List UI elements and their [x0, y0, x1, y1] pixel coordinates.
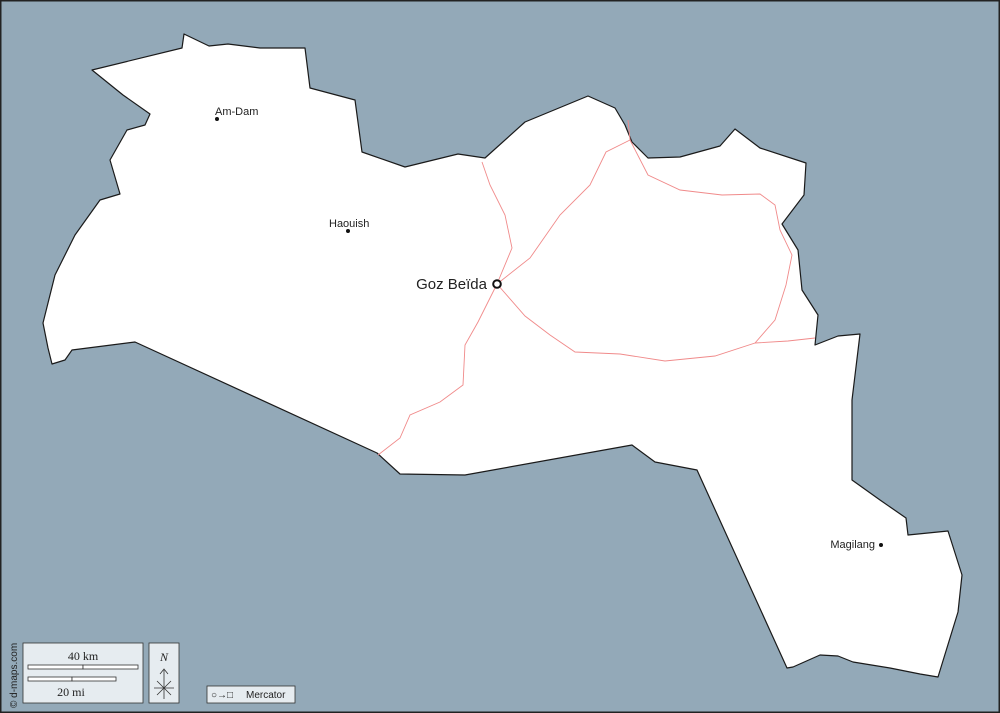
projection-symbol-icon: ○→□	[211, 690, 233, 701]
scale-km-label: 40 km	[68, 649, 99, 663]
credit-text: © d-maps.com	[9, 643, 20, 708]
scale-bar: 40 km 20 mi	[22, 642, 144, 704]
town-dot-magilang	[879, 543, 883, 547]
scale-mi-bar-left	[27, 676, 73, 682]
capital-label-goz-beida: Goz Beïda	[416, 276, 488, 293]
scale-km-bar-right	[82, 664, 139, 670]
town-label-haouish: Haouish	[329, 218, 369, 230]
town-label-am-dam: Am-Dam	[215, 106, 258, 118]
projection-legend: ○→□ Mercator	[206, 685, 296, 704]
scale-mi-label: 20 mi	[57, 685, 85, 699]
capital-marker-goz-beida	[492, 279, 502, 289]
scale-mi-bar-right	[71, 676, 117, 682]
north-arrow-letter: N	[159, 650, 169, 664]
scale-km-bar-left	[27, 664, 84, 670]
projection-name: Mercator	[246, 690, 286, 701]
map-canvas: Am-Dam Haouish Goz Beïda Magilang 40 km …	[0, 0, 1000, 713]
town-label-magilang: Magilang	[830, 539, 875, 551]
north-arrow: N	[148, 642, 180, 704]
